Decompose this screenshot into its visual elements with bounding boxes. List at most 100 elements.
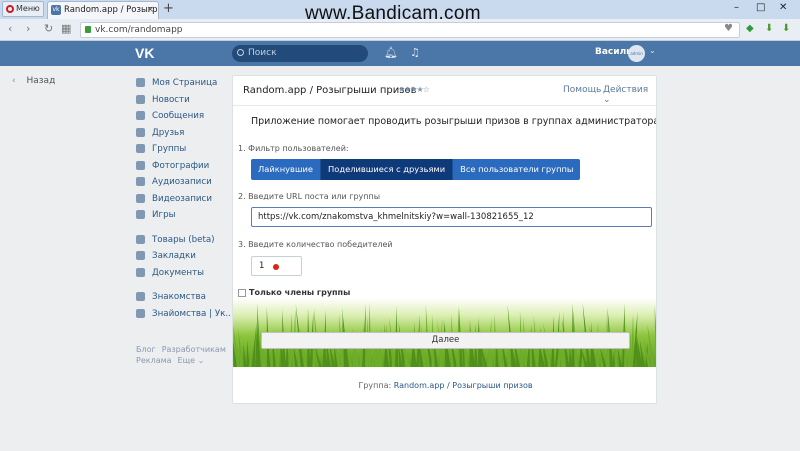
extension-icon[interactable]: ⬇	[782, 23, 790, 34]
sidebar-item-label: Закладки	[152, 251, 196, 261]
step2-label: 2. Введите URL поста или группы	[238, 192, 381, 201]
search-input[interactable]: Поиск	[232, 45, 368, 62]
grass-blade	[243, 343, 247, 367]
groups-icon	[136, 144, 145, 153]
sidebar-item-label: Видеозаписи	[152, 193, 212, 204]
sidebar-item-label: Документы	[152, 267, 204, 278]
heart-icon[interactable]: ♥	[724, 23, 733, 34]
app-title[interactable]: Random.app / Розыгрыши призов	[243, 85, 417, 96]
sidebar-item-label: Друзья	[152, 127, 185, 138]
sidebar-item-messages[interactable]: Сообщения	[136, 109, 226, 126]
post-url-input[interactable]: https://vk.com/znakomstva_khmelnitskiy?w…	[251, 207, 652, 227]
filter-shared-button[interactable]: Поделившиеся с друзьями	[321, 159, 454, 180]
sidebar-item-label: Группы	[152, 144, 187, 154]
sidebar-item-video[interactable]: Видеозаписи	[136, 192, 226, 209]
footer-link-more[interactable]: Еще ⌄	[178, 356, 205, 365]
download-icon[interactable]: ⬇	[765, 23, 773, 34]
step3-label: 3. Введите количество победителей	[238, 240, 393, 249]
documents-icon	[136, 267, 145, 277]
back-arrow-icon[interactable]: ‹	[8, 22, 12, 35]
sidebar-item-news[interactable]: Новости	[136, 93, 226, 110]
photos-icon	[136, 160, 145, 170]
sidebar-item-dating[interactable]: Знакомства	[136, 290, 226, 307]
help-link[interactable]: Помощь	[563, 85, 601, 95]
new-tab-icon[interactable]: +	[163, 1, 174, 17]
app-intro-text: Приложение помогает проводить розыгрыши …	[251, 116, 657, 127]
reload-icon[interactable]: ↻	[44, 22, 53, 35]
bookmarks-icon	[136, 251, 145, 260]
chevron-down-icon[interactable]: ⌄	[649, 46, 656, 55]
games-icon	[136, 210, 145, 219]
vk-logo[interactable]: VK	[135, 45, 154, 61]
app-panel: Random.app / Розыгрыши призов ★★★★☆ Помо…	[232, 75, 657, 404]
opera-logo-icon	[6, 5, 14, 13]
back-link[interactable]: ‹ Назад	[12, 76, 55, 86]
menu-label: Меню	[16, 4, 40, 13]
sidebar-item-games[interactable]: Игры	[136, 208, 226, 225]
maximize-icon[interactable]: □	[756, 2, 765, 13]
sidebar-item-label: Моя Страница	[152, 78, 218, 88]
grass-blade	[246, 339, 250, 367]
video-icon	[136, 193, 145, 203]
music-note-icon[interactable]: ♫	[410, 46, 420, 59]
adblock-shield-icon[interactable]: ◆	[746, 23, 754, 34]
sidebar-nav: Моя Страница Новости Сообщения Друзья Гр…	[136, 76, 231, 324]
minimize-icon[interactable]: –	[734, 2, 739, 13]
sidebar-divider	[136, 282, 226, 290]
sidebar-item-groups[interactable]: Группы	[136, 142, 226, 159]
tab-title: Random.app / Розыгрыши	[64, 5, 158, 15]
home-icon	[136, 78, 145, 87]
search-icon	[237, 49, 244, 56]
forward-arrow-icon[interactable]: ›	[26, 22, 30, 35]
chevron-left-icon: ‹	[12, 76, 16, 86]
lock-icon	[85, 26, 91, 33]
actions-dropdown[interactable]: Действия ⌄	[603, 85, 656, 105]
filter-all-members-button[interactable]: Все пользователи группы	[453, 159, 581, 180]
url-input[interactable]: vk.com/randomapp	[80, 22, 740, 38]
footer-link-developers[interactable]: Разработчикам	[162, 345, 226, 354]
rating-stars: ★★★★☆	[398, 85, 430, 94]
opera-menu-button[interactable]: Меню	[2, 1, 44, 17]
sidebar-item-label: Товары (beta)	[152, 234, 215, 245]
back-label: Назад	[26, 76, 56, 86]
vk-favicon-icon: vk	[51, 5, 61, 15]
sidebar-footer: Блог Разработчикам Реклама Еще ⌄	[136, 344, 232, 366]
footer-group-prefix: Группа:	[358, 381, 392, 390]
news-icon	[136, 94, 145, 104]
sidebar-item-friends[interactable]: Друзья	[136, 126, 226, 143]
step1-label: 1. Фильтр пользователей:	[238, 144, 349, 153]
sidebar-item-label: Игры	[152, 210, 176, 220]
speed-dial-icon[interactable]: ▦	[61, 22, 71, 35]
sidebar-item-goods[interactable]: Товары (beta)	[136, 233, 226, 250]
filter-button-group: Лайкнувшие Поделившиеся с друзьями Все п…	[251, 159, 581, 180]
members-only-label[interactable]: Только члены группы	[249, 288, 350, 297]
footer-link-ads[interactable]: Реклама	[136, 356, 172, 365]
footer-link-blog[interactable]: Блог	[136, 345, 156, 354]
filter-liked-button[interactable]: Лайкнувшие	[251, 159, 322, 180]
sidebar-item-label: Знайомства | Ук..	[152, 308, 231, 319]
sidebar-item-dating-uk[interactable]: Знайомства | Ук..	[136, 307, 231, 324]
sidebar-item-label: Сообщения	[152, 111, 205, 121]
grass-blade	[617, 346, 623, 367]
app-header: Random.app / Розыгрыши призов ★★★★☆ Помо…	[233, 76, 656, 106]
sidebar-item-bookmarks[interactable]: Закладки	[136, 249, 226, 266]
messages-icon	[136, 111, 145, 120]
vk-header: VK Поиск 🔔︎ ♫ Василий admin ⌄	[0, 41, 800, 66]
friends-icon	[136, 127, 145, 137]
close-tab-icon[interactable]: ×	[146, 2, 154, 18]
close-window-icon[interactable]: ✕	[779, 2, 787, 13]
sidebar-item-documents[interactable]: Документы	[136, 266, 226, 283]
sidebar-item-photos[interactable]: Фотографии	[136, 159, 226, 176]
cursor-indicator-icon	[273, 264, 279, 270]
avatar[interactable]: admin	[628, 45, 645, 62]
browser-tab[interactable]: vk Random.app / Розыгрыши ×	[47, 1, 159, 19]
footer-group-link[interactable]: Random.app / Розыгрыши призов	[394, 381, 533, 390]
bell-icon[interactable]: 🔔︎	[384, 46, 398, 59]
address-bar: ‹ › ↻ ▦ vk.com/randomapp ♥ ◆ ⬇ ⬇	[0, 19, 800, 41]
sidebar-item-my-page[interactable]: Моя Страница	[136, 76, 226, 93]
sidebar-divider	[136, 225, 226, 233]
next-button[interactable]: Далее	[261, 332, 630, 349]
members-only-checkbox[interactable]	[238, 289, 246, 297]
sidebar-item-audio[interactable]: Аудиозаписи	[136, 175, 226, 192]
sidebar-item-label: Фотографии	[152, 160, 210, 171]
